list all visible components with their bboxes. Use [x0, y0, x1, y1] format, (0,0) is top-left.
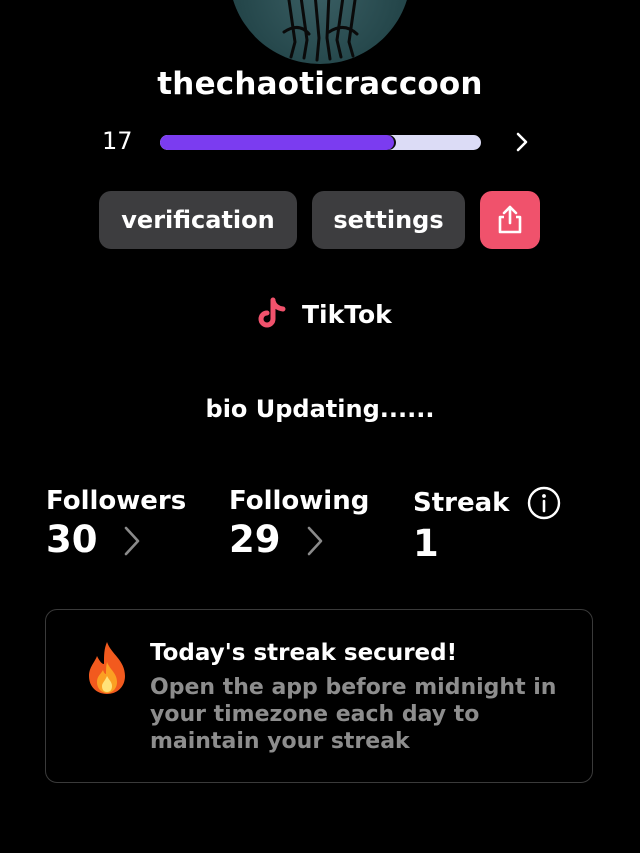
streak-card-text: Open the app before midnight in your tim…	[150, 675, 557, 754]
chevron-right-icon	[124, 526, 139, 555]
streak-card-title: Today's streak secured!	[150, 640, 458, 666]
level-progress-fill	[160, 135, 395, 150]
linked-platform[interactable]: TikTok	[256, 296, 392, 332]
level-progress-bar	[160, 135, 481, 150]
tiktok-icon	[258, 297, 286, 328]
chevron-right-icon[interactable]	[512, 128, 532, 156]
fire-icon	[89, 642, 125, 694]
platform-label: TikTok	[302, 299, 392, 329]
chevron-right-icon	[307, 526, 322, 555]
settings-button[interactable]: settings	[312, 191, 465, 249]
followers-stat[interactable]: Followers 30	[46, 486, 186, 561]
share-icon	[498, 205, 522, 234]
streak-stat: Streak 1	[413, 486, 561, 565]
streak-card: Today's streak secured! Open the app bef…	[45, 609, 593, 783]
avatar[interactable]	[229, 0, 411, 64]
bio-text: bio Updating......	[205, 395, 435, 423]
info-icon[interactable]	[527, 486, 561, 520]
followers-count: 30	[46, 518, 98, 561]
share-button[interactable]	[480, 191, 540, 249]
following-label: Following	[229, 486, 370, 516]
username: thechaoticraccoon	[157, 66, 483, 102]
following-stat[interactable]: Following 29	[229, 486, 369, 561]
following-count: 29	[229, 518, 281, 561]
level-number: 17	[102, 127, 133, 155]
streak-count: 1	[413, 522, 439, 565]
streak-label: Streak	[413, 488, 510, 518]
avatar-image	[282, 0, 359, 62]
verification-button[interactable]: verification	[99, 191, 297, 249]
followers-label: Followers	[46, 486, 187, 516]
